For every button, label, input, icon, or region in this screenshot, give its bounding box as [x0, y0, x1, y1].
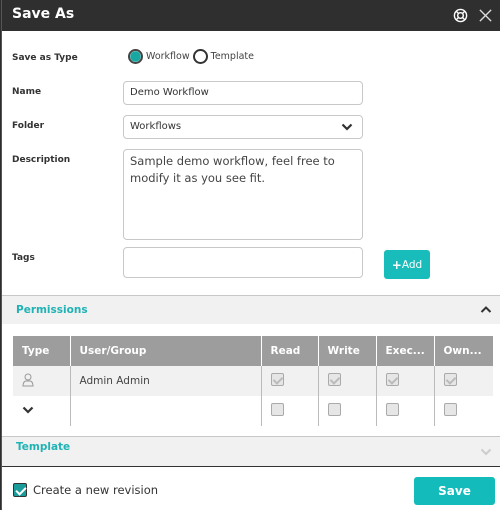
col-user-group: User/Group [70, 336, 262, 366]
table-row [13, 396, 493, 426]
chevron-up-icon[interactable] [480, 305, 492, 315]
dialog-title: Save As [12, 6, 75, 22]
description-label: Description [12, 155, 71, 165]
permissions-header-row: Type User/Group Read Write Exec... Own..… [13, 336, 493, 366]
permissions-title: Permissions [16, 304, 88, 316]
save-as-type-label: Save as Type [12, 53, 78, 63]
user-icon [22, 373, 34, 386]
create-revision-label[interactable]: Create a new revision [33, 483, 158, 497]
name-label: Name [12, 87, 42, 97]
radio-workflow[interactable] [128, 49, 143, 64]
close-icon[interactable] [478, 8, 493, 23]
col-execute: Exec... [376, 336, 435, 366]
radio-workflow-label[interactable]: Workflow [146, 51, 190, 62]
execute-checkbox[interactable] [385, 403, 399, 416]
dialog-footer: Create a new revision Save [2, 466, 500, 510]
folder-select[interactable]: Workflows [123, 115, 363, 139]
user-cell: Admin Admin [70, 366, 262, 396]
permissions-section-header[interactable]: Permissions [2, 295, 500, 324]
add-tag-button[interactable]: + Add [384, 250, 430, 279]
plus-icon: + [391, 257, 402, 272]
read-checkbox [270, 373, 284, 386]
permissions-table: Type User/Group Read Write Exec... Own..… [13, 336, 493, 426]
col-own: Own... [434, 336, 493, 366]
folder-select-value: Workflows [130, 121, 182, 132]
save-as-type-radio-group: Workflow Template [128, 49, 257, 64]
radio-template-label[interactable]: Template [211, 51, 254, 62]
description-textarea[interactable]: Sample demo workflow, feel free to modif… [123, 149, 363, 240]
add-tag-button-label: Add [401, 258, 423, 271]
radio-template[interactable] [192, 49, 208, 64]
chevron-down-icon [341, 123, 353, 131]
tags-input[interactable] [123, 247, 363, 278]
read-checkbox[interactable] [270, 403, 284, 416]
dialog-titlebar: Save As [2, 0, 500, 31]
write-checkbox [327, 373, 341, 386]
own-checkbox[interactable] [443, 403, 457, 416]
template-section-header[interactable]: Template [2, 436, 500, 466]
execute-checkbox [385, 373, 399, 386]
type-cell[interactable] [13, 396, 71, 426]
folder-label: Folder [12, 121, 45, 131]
lifebuoy-icon[interactable] [453, 8, 468, 23]
tags-label: Tags [12, 253, 35, 263]
save-button[interactable]: Save [414, 477, 495, 505]
chevron-down-icon[interactable] [22, 405, 34, 415]
user-cell[interactable] [70, 396, 262, 426]
col-write: Write [318, 336, 377, 366]
own-checkbox [443, 373, 457, 386]
col-read: Read [261, 336, 319, 366]
write-checkbox[interactable] [327, 403, 341, 416]
create-revision-checkbox[interactable] [13, 483, 27, 497]
col-type: Type [13, 336, 71, 366]
save-as-dialog: Save As Save as Type Workflow Template N… [1, 0, 500, 510]
template-title: Template [16, 441, 71, 453]
create-revision[interactable]: Create a new revision [13, 483, 158, 497]
chevron-down-icon[interactable] [480, 447, 492, 457]
name-input[interactable]: Demo Workflow [123, 81, 363, 105]
table-row: Admin Admin [13, 366, 493, 396]
type-cell [13, 366, 71, 396]
